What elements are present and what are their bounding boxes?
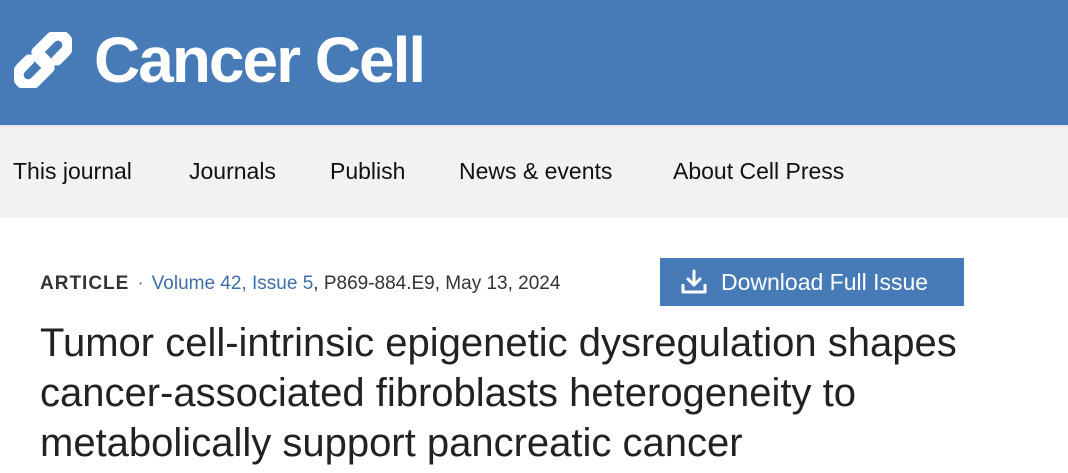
download-full-issue-button[interactable]: Download Full Issue [660,258,964,306]
article-title: Tumor cell-intrinsic epigenetic dysregul… [40,321,957,465]
nav-item-journals[interactable]: Journals [189,157,276,185]
main-navigation: This journal Journals Publish News & eve… [0,125,1068,218]
nav-item-news-events[interactable]: News & events [459,157,612,185]
site-header: Cancer Cell [0,0,1068,125]
cell-press-logo-icon [14,32,72,88]
article-pages-date: , P869-884.E9, May 13, 2024 [313,273,561,294]
nav-item-this-journal[interactable]: This journal [13,157,132,185]
issue-link[interactable]: Volume 42, Issue 5 [152,273,314,294]
nav-item-about-cell-press[interactable]: About Cell Press [673,157,844,185]
nav-item-publish[interactable]: Publish [330,157,405,185]
article-meta: ARTICLE · Volume 42, Issue 5, P869-884.E9,… [40,272,560,296]
meta-separator: · [137,273,144,294]
download-icon [681,269,707,294]
journal-logo[interactable]: Cancer Cell [14,24,426,96]
journal-name: Cancer Cell [94,24,426,96]
article-type: ARTICLE [40,273,130,294]
download-button-label: Download Full Issue [721,268,929,295]
